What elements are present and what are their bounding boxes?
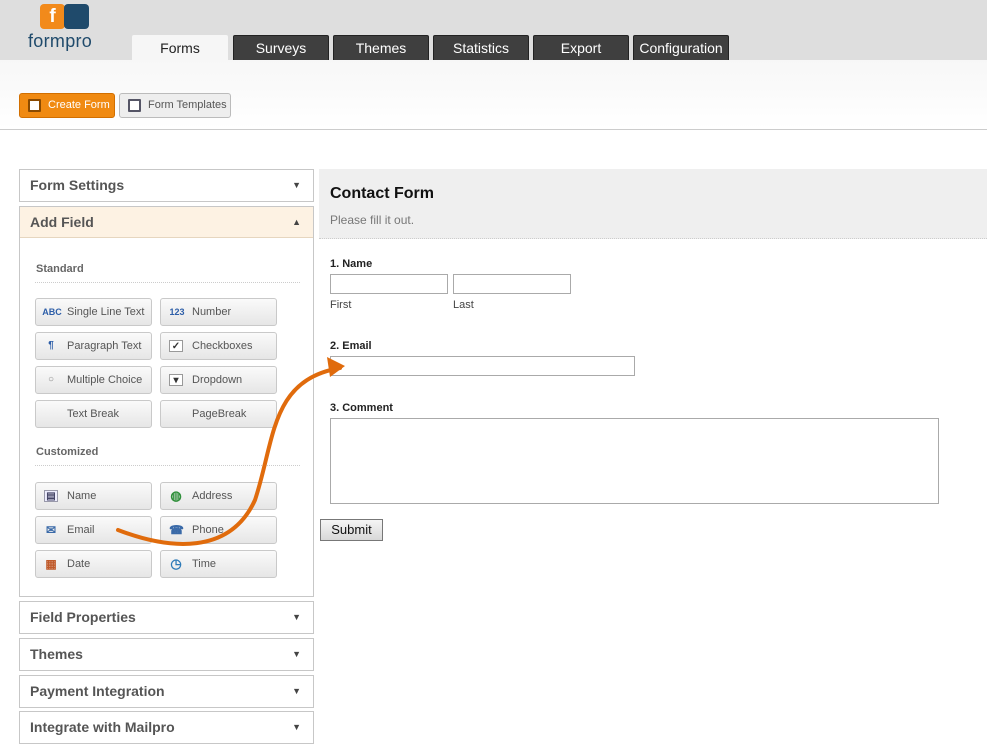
panel-payment-integration[interactable]: Payment Integration ▼ — [19, 675, 314, 708]
field-checkboxes[interactable]: ✓ Checkboxes — [160, 332, 277, 360]
field-label: Date — [67, 558, 91, 570]
tab-configuration[interactable]: Configuration — [633, 35, 729, 60]
field-number[interactable]: 123 Number — [160, 298, 277, 326]
field-multiple-choice[interactable]: ○ Multiple Choice — [35, 366, 152, 394]
panel-title: Field Properties — [30, 609, 136, 625]
field-label: Time — [192, 558, 217, 570]
tab-export[interactable]: Export — [533, 35, 629, 60]
field-label: Multiple Choice — [67, 374, 143, 386]
name-card-icon: ▤ — [44, 490, 58, 502]
logo-block-icon — [64, 4, 89, 29]
form-description[interactable]: Please fill it out. — [330, 213, 414, 227]
field-phone[interactable]: ☎ Phone — [160, 516, 277, 544]
tab-themes[interactable]: Themes — [333, 35, 429, 60]
first-name-input[interactable] — [330, 274, 448, 294]
panel-field-properties[interactable]: Field Properties ▼ — [19, 601, 314, 634]
field-page-break[interactable]: PageBreak — [160, 400, 277, 428]
logo-text: formpro — [28, 31, 93, 51]
field-paragraph-text[interactable]: ¶ Paragraph Text — [35, 332, 152, 360]
panel-integrate-mailpro[interactable]: Integrate with Mailpro ▼ — [19, 711, 314, 744]
field-label: Dropdown — [192, 374, 243, 386]
panel-form-settings[interactable]: Form Settings ▼ — [19, 169, 314, 202]
question-email-label: 2. Email — [330, 340, 372, 352]
top-bar: f formpro Forms Surveys Themes Statistic… — [0, 0, 987, 61]
divider — [35, 465, 300, 466]
chevron-down-icon: ▼ — [292, 180, 301, 190]
create-form-button[interactable]: Create Form — [19, 93, 115, 118]
tab-surveys[interactable]: Surveys — [233, 35, 329, 60]
last-name-input[interactable] — [453, 274, 571, 294]
tab-statistics[interactable]: Statistics — [433, 35, 529, 60]
field-address[interactable]: ◍ Address — [160, 482, 277, 510]
section-standard: Standard — [36, 263, 84, 275]
dropdown-icon: ▾ — [169, 374, 183, 386]
field-label: Text Break — [67, 408, 119, 420]
paragraph-icon: ¶ — [48, 340, 54, 351]
section-customized: Customized — [36, 446, 99, 458]
chevron-down-icon: ▼ — [292, 612, 301, 622]
divider — [35, 282, 300, 283]
field-email[interactable]: ✉ Email — [35, 516, 152, 544]
template-icon — [128, 99, 141, 112]
panel-title: Payment Integration — [30, 683, 165, 699]
last-sublabel: Last — [453, 299, 474, 311]
field-text-break[interactable]: Text Break — [35, 400, 152, 428]
field-label: Checkboxes — [192, 340, 253, 352]
field-label: Number — [192, 306, 232, 318]
form-templates-label: Form Templates — [148, 99, 227, 111]
globe-icon: ◍ — [170, 488, 182, 503]
chevron-down-icon: ▼ — [292, 722, 301, 732]
panel-title: Integrate with Mailpro — [30, 719, 175, 735]
form-header: Contact Form Please fill it out. — [319, 169, 987, 239]
form-icon — [28, 99, 41, 112]
panel-title: Add Field — [30, 214, 94, 230]
comment-textarea[interactable] — [330, 418, 939, 504]
field-label: PageBreak — [192, 408, 247, 420]
chevron-up-icon: ▲ — [292, 217, 301, 227]
calendar-icon: ▦ — [45, 557, 57, 571]
field-label: Single Line Text — [67, 306, 145, 318]
logo-f-icon: f — [40, 4, 65, 29]
phone-icon: ☎ — [169, 523, 184, 537]
field-label: Email — [67, 524, 95, 536]
form-templates-button[interactable]: Form Templates — [119, 93, 231, 118]
clock-icon: ◷ — [170, 556, 182, 571]
panel-themes[interactable]: Themes ▼ — [19, 638, 314, 671]
tab-forms[interactable]: Forms — [132, 35, 228, 61]
radio-icon: ○ — [47, 374, 55, 385]
field-time[interactable]: ◷ Time — [160, 550, 277, 578]
question-name-label: 1. Name — [330, 258, 373, 270]
field-date[interactable]: ▦ Date — [35, 550, 152, 578]
create-form-label: Create Form — [48, 99, 110, 111]
panel-add-field: Add Field ▲ Standard ABC Single Line Text … — [19, 206, 314, 597]
checkbox-icon: ✓ — [169, 340, 183, 352]
form-title[interactable]: Contact Form — [330, 185, 434, 203]
panel-title: Themes — [30, 646, 83, 662]
add-field-header[interactable]: Add Field ▲ — [20, 207, 313, 238]
field-label: Phone — [192, 524, 224, 536]
number-icon: 123 — [169, 307, 185, 317]
first-sublabel: First — [330, 299, 352, 311]
logo[interactable]: f — [40, 4, 89, 29]
field-name[interactable]: ▤ Name — [35, 482, 152, 510]
envelope-icon: ✉ — [45, 523, 57, 537]
field-single-line-text[interactable]: ABC Single Line Text — [35, 298, 152, 326]
chevron-down-icon: ▼ — [292, 649, 301, 659]
chevron-down-icon: ▼ — [292, 686, 301, 696]
submit-button[interactable]: Submit — [320, 519, 383, 541]
field-label: Paragraph Text — [67, 340, 142, 352]
field-label: Name — [67, 490, 97, 502]
field-label: Address — [192, 490, 233, 502]
abc-icon: ABC — [42, 307, 62, 317]
panel-title: Form Settings — [30, 177, 125, 193]
question-comment-label: 3. Comment — [330, 402, 393, 414]
field-dropdown[interactable]: ▾ Dropdown — [160, 366, 277, 394]
email-input[interactable] — [330, 356, 635, 376]
